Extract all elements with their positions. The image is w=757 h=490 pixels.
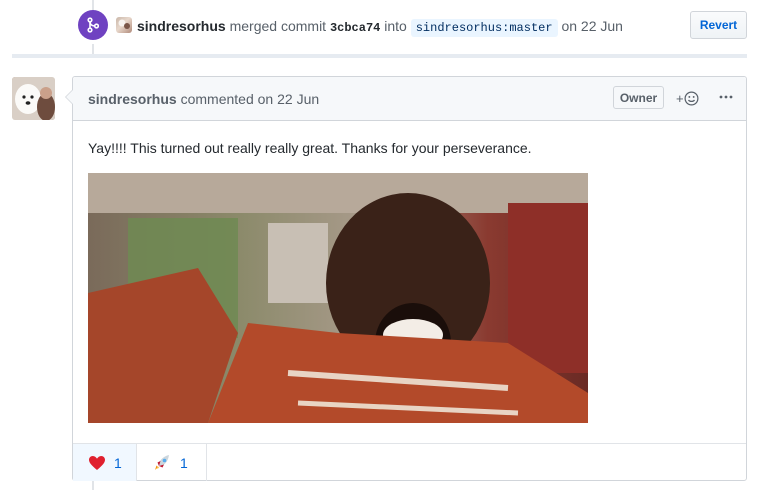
plus-icon: +	[676, 90, 684, 106]
reaction-heart-button[interactable]: 1	[73, 444, 137, 481]
merge-badge	[78, 10, 108, 40]
reactions-bar: 1 1	[73, 443, 746, 481]
revert-button[interactable]: Revert	[690, 11, 747, 39]
merge-action: merged commit	[229, 18, 327, 34]
target-branch[interactable]: sindresorhus:master	[410, 19, 558, 37]
kebab-horizontal-icon[interactable]	[716, 87, 736, 107]
comment-date-link[interactable]: on 22 Jun	[258, 91, 320, 107]
merge-into-text: into	[384, 18, 407, 34]
owner-badge: Owner	[613, 86, 664, 109]
merge-date[interactable]: on 22 Jun	[561, 18, 623, 34]
git-merge-icon	[87, 17, 99, 33]
timeline-line	[92, 480, 94, 490]
merge-author-avatar[interactable]	[116, 17, 132, 33]
add-reaction-button[interactable]: +	[676, 89, 706, 107]
merge-author-link[interactable]: sindresorhus	[137, 18, 226, 34]
reaction-rocket-count: 1	[180, 454, 188, 471]
comment-header: sindresorhus commented on 22 Jun Owner +	[73, 77, 746, 121]
comment-author-link[interactable]: sindresorhus	[88, 91, 177, 107]
smiley-icon	[684, 91, 699, 105]
comment-gif[interactable]	[88, 173, 588, 423]
commenter-avatar[interactable]	[12, 77, 55, 120]
reaction-rocket-button[interactable]: 1	[137, 444, 207, 481]
heart-icon	[88, 455, 106, 471]
comment-action: commented	[180, 91, 254, 107]
comment-body: Yay!!!! This turned out really really gr…	[88, 140, 532, 156]
merge-event: sindresorhus merged commit 3cbca74 into …	[0, 0, 757, 50]
merge-description: sindresorhus merged commit 3cbca74 into …	[137, 16, 623, 38]
reaction-heart-count: 1	[114, 454, 122, 471]
comment-meta: sindresorhus commented on 22 Jun	[88, 90, 319, 108]
commit-sha-link[interactable]: 3cbca74	[330, 21, 380, 35]
comment: sindresorhus commented on 22 Jun Owner +…	[65, 76, 747, 481]
timeline-divider	[12, 54, 747, 58]
rocket-icon	[152, 453, 172, 473]
